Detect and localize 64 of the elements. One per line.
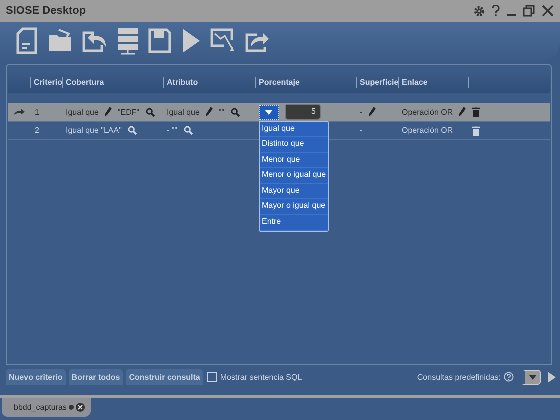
trash-icon[interactable]: [472, 126, 480, 136]
folder-icon[interactable]: [47, 28, 73, 54]
search-icon[interactable]: [128, 126, 137, 135]
table-cell: Igual que: [66, 108, 99, 116]
table-cell: - "": [167, 126, 178, 135]
dropdown-option[interactable]: Entre: [260, 215, 328, 231]
action-button[interactable]: Borrar todos: [68, 369, 124, 385]
search-icon[interactable]: [184, 126, 193, 135]
dropdown-option[interactable]: Mayor o igual que: [260, 199, 328, 216]
trash-icon[interactable]: [472, 107, 480, 117]
column-header: Enlace: [398, 76, 468, 88]
close-icon[interactable]: [76, 403, 85, 412]
dropdown-option[interactable]: Distinto que: [260, 137, 328, 153]
column-header: Atributo: [163, 76, 255, 88]
table-cell: -: [360, 126, 363, 135]
import-icon[interactable]: [82, 29, 108, 53]
save-icon[interactable]: [148, 28, 172, 54]
help-icon[interactable]: [492, 5, 500, 17]
current-row-arrow-icon: [14, 108, 25, 116]
dropdown-option[interactable]: Menor o igual que: [260, 168, 328, 184]
pencil-icon[interactable]: [459, 107, 466, 117]
settings-icon[interactable]: [474, 6, 485, 16]
server-icon[interactable]: [117, 27, 139, 55]
search-icon[interactable]: [146, 108, 155, 116]
caret-icon: [265, 110, 273, 114]
column-header: Cobertura: [62, 76, 163, 88]
table-cell: Operación OR: [402, 108, 454, 116]
dropdown-option[interactable]: Igual que: [260, 122, 328, 138]
document-icon[interactable]: [16, 27, 38, 55]
file-tab[interactable]: bbdd_capturas: [2, 398, 91, 417]
window-title: SIOSE Desktop: [6, 5, 88, 17]
play-icon[interactable]: [548, 372, 556, 382]
percentage-input[interactable]: 5: [285, 104, 321, 120]
predefined-queries-label: Consultas predefinidas:: [417, 372, 501, 382]
predefined-queries-dropdown[interactable]: [521, 370, 541, 384]
action-button[interactable]: Construir consulta: [126, 369, 204, 385]
checkbox-label: Mostrar sentencia SQL: [220, 372, 302, 382]
table-cell: Igual que: [167, 108, 200, 116]
operator-dropdown[interactable]: [259, 104, 279, 120]
caret-icon: [528, 374, 536, 380]
column-header: Criterio: [30, 76, 62, 88]
table-cell-text: 1: [34, 108, 40, 116]
table-cell: "": [218, 108, 225, 116]
table-cell: Operación OR: [402, 126, 454, 135]
table-cell: -: [360, 108, 363, 116]
pencil-icon[interactable]: [206, 107, 213, 117]
close-icon[interactable]: [542, 5, 554, 17]
pencil-icon[interactable]: [104, 107, 112, 117]
dropdown-option[interactable]: Menor que: [260, 152, 328, 168]
chart-icon[interactable]: [210, 28, 236, 54]
help-icon[interactable]: [504, 372, 514, 382]
dropdown-option[interactable]: Mayor que: [260, 184, 328, 200]
action-button[interactable]: Nuevo criterio: [6, 369, 66, 385]
checkbox[interactable]: [207, 372, 218, 382]
play-icon[interactable]: [181, 28, 201, 54]
table-cell: "EDF": [118, 108, 140, 116]
search-icon[interactable]: [230, 108, 240, 116]
column-header: Porcentaje: [255, 76, 356, 88]
column-header: Superficie: [356, 76, 398, 88]
table-cell-text: 2: [34, 126, 40, 135]
pencil-icon[interactable]: [368, 107, 376, 117]
table-cell: Igual que "LAA": [66, 126, 122, 135]
tab-label: bbdd_capturas: [14, 403, 67, 412]
maximize-icon[interactable]: [523, 5, 535, 17]
